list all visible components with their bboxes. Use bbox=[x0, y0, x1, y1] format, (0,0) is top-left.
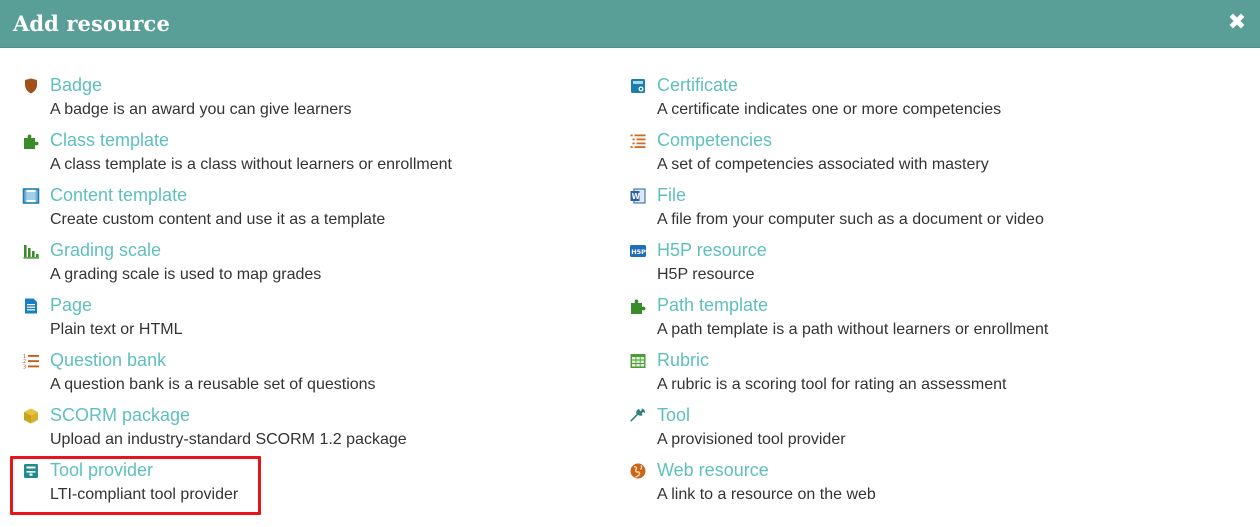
resource-title[interactable]: File bbox=[657, 185, 686, 206]
resource-title[interactable]: Tool bbox=[657, 405, 690, 426]
puzzle-icon bbox=[629, 297, 647, 315]
resource-description: H5P resource bbox=[657, 266, 755, 283]
resource-title[interactable]: Competencies bbox=[657, 130, 772, 151]
toolbox-icon bbox=[22, 462, 40, 480]
numbered-list-icon: 123 bbox=[22, 352, 40, 370]
package-icon bbox=[22, 407, 40, 425]
resource-description: A badge is an award you can give learner… bbox=[50, 101, 352, 118]
list-icon bbox=[629, 132, 647, 150]
resource-title[interactable]: Question bank bbox=[50, 350, 166, 371]
film-icon bbox=[22, 187, 40, 205]
resource-title[interactable]: H5P resource bbox=[657, 240, 767, 261]
resource-description: A path template is a path without learne… bbox=[657, 321, 1049, 338]
resource-description: A provisioned tool provider bbox=[657, 431, 846, 448]
bar-chart-icon bbox=[22, 242, 40, 260]
resource-title[interactable]: SCORM package bbox=[50, 405, 190, 426]
resource-description: LTI-compliant tool provider bbox=[50, 486, 239, 503]
resource-title[interactable]: Class template bbox=[50, 130, 169, 151]
word-file-icon: W bbox=[629, 187, 647, 205]
resource-description: A link to a resource on the web bbox=[657, 486, 876, 503]
resource-title[interactable]: Certificate bbox=[657, 75, 738, 96]
h5p-icon: H5P bbox=[629, 242, 647, 260]
resource-title[interactable]: Content template bbox=[50, 185, 187, 206]
document-icon bbox=[22, 297, 40, 315]
resource-title[interactable]: Path template bbox=[657, 295, 768, 316]
resource-title[interactable]: Rubric bbox=[657, 350, 709, 371]
resource-description: A file from your computer such as a docu… bbox=[657, 211, 1044, 228]
resource-title[interactable]: Badge bbox=[50, 75, 102, 96]
globe-icon bbox=[629, 462, 647, 480]
resource-description: Create custom content and use it as a te… bbox=[50, 211, 386, 228]
resource-description: A set of competencies associated with ma… bbox=[657, 156, 989, 173]
resource-title[interactable]: Tool provider bbox=[50, 460, 153, 481]
close-icon[interactable]: ✖ bbox=[1226, 11, 1248, 33]
svg-text:3: 3 bbox=[23, 365, 26, 371]
resource-title[interactable]: Web resource bbox=[657, 460, 769, 481]
resource-description: Upload an industry-standard SCORM 1.2 pa… bbox=[50, 431, 407, 448]
puzzle-icon bbox=[22, 132, 40, 150]
resource-description: Plain text or HTML bbox=[50, 321, 183, 338]
resource-description: A rubric is a scoring tool for rating an… bbox=[657, 376, 1007, 393]
resource-description: A question bank is a reusable set of que… bbox=[50, 376, 376, 393]
resource-title[interactable]: Grading scale bbox=[50, 240, 161, 261]
certificate-icon bbox=[629, 77, 647, 95]
dialog-title: Add resource bbox=[13, 11, 170, 36]
svg-text:W: W bbox=[632, 192, 641, 201]
svg-text:H5P: H5P bbox=[631, 248, 646, 256]
resource-description: A grading scale is used to map grades bbox=[50, 266, 322, 283]
dialog-header: Add resource ✖ bbox=[0, 0, 1260, 48]
resource-description: A certificate indicates one or more comp… bbox=[657, 101, 1002, 118]
grid-table-icon bbox=[629, 352, 647, 370]
shield-icon bbox=[22, 77, 40, 95]
resource-description: A class template is a class without lear… bbox=[50, 156, 452, 173]
add-resource-dialog: Add resource ✖ Badge A badge is an award… bbox=[0, 0, 1260, 527]
wrench-icon bbox=[629, 407, 647, 425]
resource-title[interactable]: Page bbox=[50, 295, 92, 316]
